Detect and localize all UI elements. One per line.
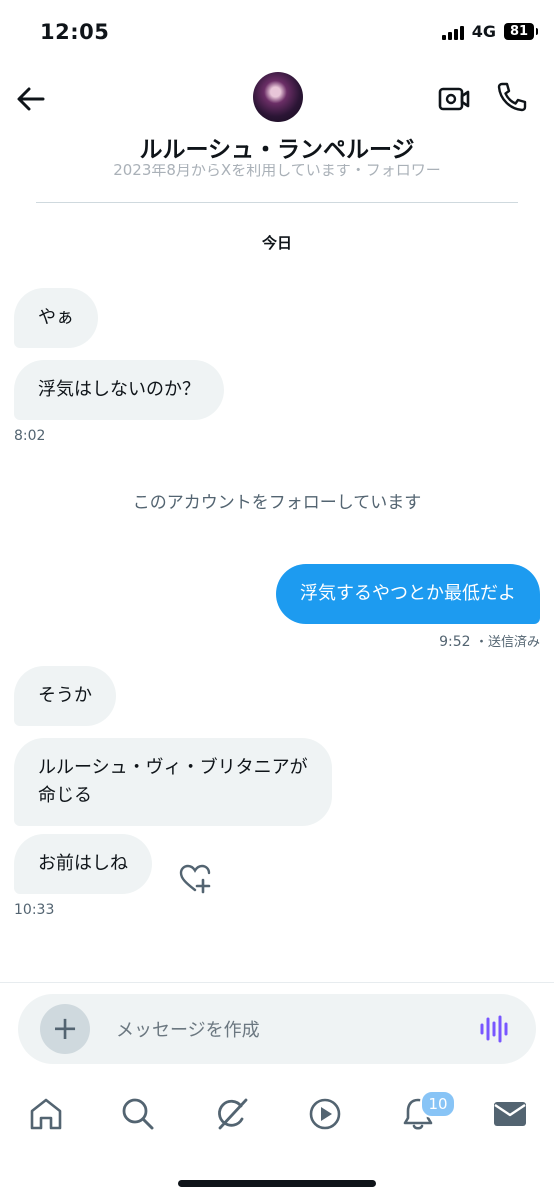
message-bubble-incoming[interactable]: ルルーシュ・ヴィ・ブリタニアが 命じる [14, 738, 332, 826]
status-time: 12:05 [40, 20, 110, 44]
notifications-badge: 10 [420, 1090, 456, 1118]
message-status: ・送信済み [474, 635, 540, 650]
header-divider [36, 202, 518, 203]
home-icon [30, 1098, 62, 1130]
grok-icon [218, 1098, 248, 1130]
message-bubble-incoming[interactable]: 浮気はしないのか？ [14, 360, 224, 420]
tab-video[interactable] [305, 1094, 345, 1134]
message-bubble-incoming[interactable]: そうか [14, 666, 116, 726]
message-time: 9:52 [439, 634, 471, 650]
message-composer: + [18, 994, 536, 1064]
back-arrow-icon [17, 87, 45, 111]
heart-plus-icon [179, 864, 211, 894]
date-separator: 今日 [261, 234, 292, 252]
tab-grok[interactable] [212, 1094, 252, 1134]
search-icon [122, 1098, 154, 1130]
message-bubble-incoming[interactable]: やぁ [14, 288, 98, 348]
bottom-tab-bar [0, 1082, 554, 1146]
mail-icon [494, 1102, 526, 1126]
profile-info-faded: 2023年8月からXを利用しています・フォロワー [113, 164, 441, 178]
signal-icon [441, 24, 464, 40]
phone-call-button[interactable] [495, 80, 529, 114]
composer-divider [0, 982, 554, 983]
voice-wave-icon [480, 1015, 508, 1043]
add-media-button[interactable]: + [40, 1004, 90, 1054]
conversation-header: ルルーシュ・ランペルージ 2023年8月からXを利用しています・フォロワー [0, 64, 554, 194]
video-call-icon [438, 87, 470, 111]
tab-search[interactable] [118, 1094, 158, 1134]
message-bubble-outgoing[interactable]: 浮気するやつとか最低だよ [276, 564, 540, 624]
video-call-button[interactable] [437, 82, 471, 116]
message-input[interactable] [114, 1012, 448, 1048]
battery-level: 81 [509, 24, 529, 39]
message-meta: 9:52 ・送信済み [439, 631, 540, 650]
status-bar: 12:05 4G 81 [0, 0, 554, 64]
battery-icon: 81 [504, 23, 538, 40]
home-indicator[interactable] [178, 1180, 376, 1187]
message-bubble-incoming[interactable]: お前はしね [14, 834, 152, 894]
tab-home[interactable] [26, 1094, 66, 1134]
avatar[interactable] [253, 72, 303, 122]
voice-message-button[interactable] [478, 1014, 512, 1044]
plus-icon: + [51, 1009, 79, 1047]
status-indicators: 4G 81 [441, 22, 538, 41]
tab-messages[interactable] [490, 1094, 530, 1134]
message-time: 8:02 [14, 428, 46, 444]
message-time: 10:33 [14, 902, 55, 918]
network-type: 4G [471, 22, 496, 41]
follow-status-note: このアカウントをフォローしています [132, 493, 422, 513]
phone-icon [497, 82, 527, 112]
add-reaction-button[interactable] [178, 862, 212, 896]
contact-name[interactable]: ルルーシュ・ランペルージ [0, 130, 554, 164]
video-play-icon [309, 1098, 341, 1130]
back-button[interactable] [14, 82, 48, 116]
